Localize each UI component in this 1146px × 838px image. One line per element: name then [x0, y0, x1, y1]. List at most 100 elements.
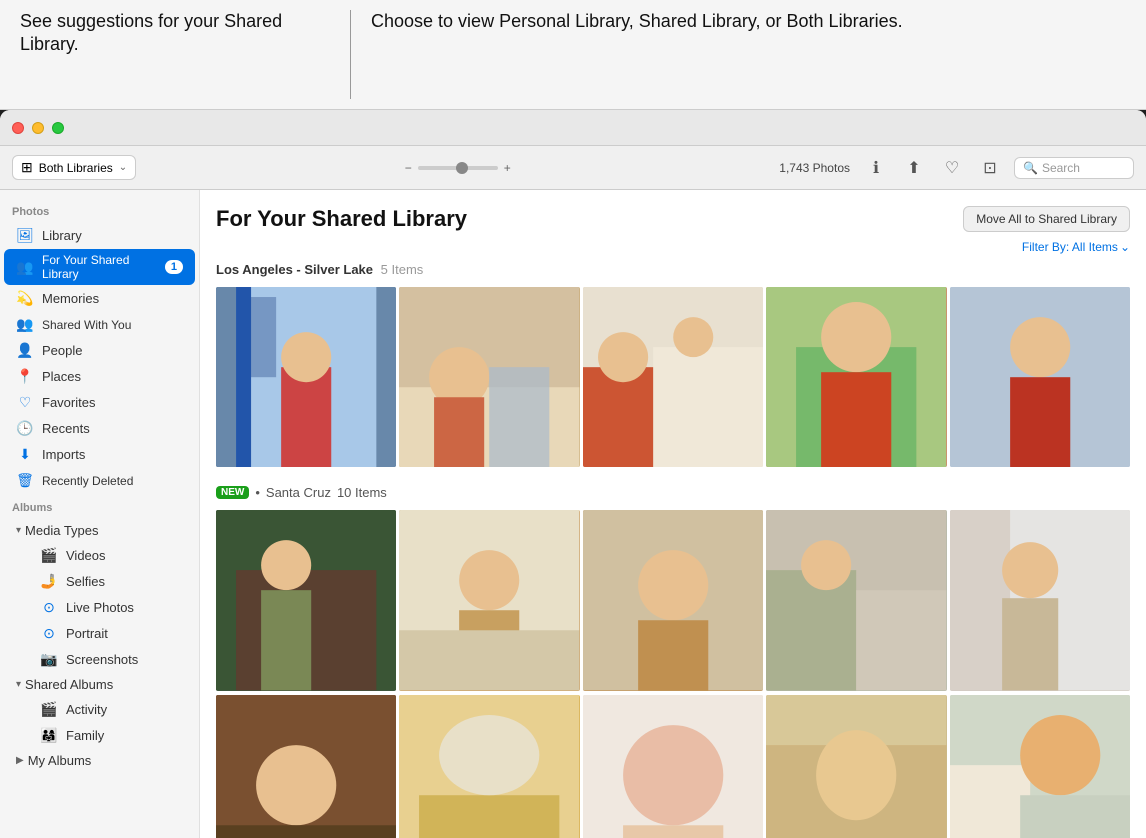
photo-cell[interactable]: [583, 287, 763, 467]
recently-deleted-icon: 🗑: [16, 472, 34, 489]
search-box[interactable]: 🔍 Search: [1014, 157, 1134, 179]
sidebar-item-portrait[interactable]: ⊙ Portrait: [28, 621, 195, 646]
chevron-down-icon: ⌄: [119, 162, 127, 173]
zoom-slider-thumb: [456, 162, 468, 174]
library-selector-label: Both Libraries: [39, 161, 113, 175]
zoom-control: − +: [405, 161, 511, 175]
media-types-toggle[interactable]: ▾ Media Types: [4, 519, 195, 542]
section2-label: NEW • Santa Cruz 10 Items: [216, 485, 1130, 500]
library-icon: 🖼: [16, 227, 34, 244]
library-selector[interactable]: ⊞ Both Libraries ⌄: [12, 155, 136, 180]
filter-button[interactable]: Filter By: All Items ⌄: [1022, 240, 1130, 254]
share-button[interactable]: ⬆: [900, 154, 928, 182]
videos-icon: 🎬: [40, 547, 58, 564]
photo-cell[interactable]: [950, 695, 1130, 838]
move-all-button[interactable]: Move All to Shared Library: [963, 206, 1130, 232]
photo-cell[interactable]: [766, 510, 946, 690]
toggle-arrow-my-albums: ▶: [16, 755, 24, 766]
main-title: For Your Shared Library: [216, 206, 467, 232]
sidebar-item-places[interactable]: 📍 Places: [4, 364, 195, 389]
sidebar-item-library[interactable]: 🖼 Library: [4, 223, 195, 248]
sidebar-label-imports: Imports: [42, 447, 85, 462]
family-icon: 👨‍👩‍👧: [40, 727, 58, 744]
my-albums-toggle[interactable]: ▶ My Albums: [4, 749, 195, 772]
filter-row: Filter By: All Items ⌄: [216, 240, 1130, 254]
zoom-plus-label[interactable]: +: [504, 161, 511, 175]
photo-cell[interactable]: [216, 695, 396, 838]
zoom-slider[interactable]: [418, 166, 498, 170]
main-content: Photos 🖼 Library 👥 For Your Shared Libra…: [0, 190, 1146, 838]
photo-cell[interactable]: [399, 510, 579, 690]
sidebar-label-recently-deleted: Recently Deleted: [42, 474, 133, 488]
sidebar-albums-section: Albums: [0, 494, 199, 518]
tooltip-left: See suggestions for your Shared Library.: [20, 10, 330, 99]
photo-grid-2a: [216, 510, 1130, 690]
photo-cell[interactable]: [583, 695, 763, 838]
sidebar-item-videos[interactable]: 🎬 Videos: [28, 543, 195, 568]
sidebar-item-recently-deleted[interactable]: 🗑 Recently Deleted: [4, 468, 195, 493]
section1-location: Los Angeles - Silver Lake: [216, 262, 373, 277]
sidebar-item-people[interactable]: 👤 People: [4, 338, 195, 363]
shared-albums-toggle[interactable]: ▾ Shared Albums: [4, 673, 195, 696]
close-button[interactable]: [12, 122, 24, 134]
photo-cell[interactable]: [399, 287, 579, 467]
sidebar-item-for-shared[interactable]: 👥 For Your Shared Library 1: [4, 249, 195, 285]
maximize-button[interactable]: [52, 122, 64, 134]
photo-cell[interactable]: [766, 287, 946, 467]
section2-location: Santa Cruz: [266, 485, 331, 500]
photo-count: 1,743 Photos: [779, 161, 850, 175]
photo-cell[interactable]: [950, 287, 1130, 467]
toolbar-right: ℹ ⬆ ♡ ⊡ 🔍 Search: [862, 154, 1134, 182]
photo-cell[interactable]: [216, 510, 396, 690]
sidebar-label-videos: Videos: [66, 548, 106, 563]
zoom-minus-label[interactable]: −: [405, 161, 412, 175]
info-button[interactable]: ℹ: [862, 154, 890, 182]
sidebar-item-recents[interactable]: 🕒 Recents: [4, 416, 195, 441]
filter-chevron-icon: ⌄: [1120, 240, 1130, 254]
sidebar-item-selfies[interactable]: 🤳 Selfies: [28, 569, 195, 594]
shared-albums-label: Shared Albums: [25, 677, 113, 692]
app-window: ⊞ Both Libraries ⌄ − + 1,743 Photos ℹ ⬆ …: [0, 110, 1146, 838]
tooltip-bar: See suggestions for your Shared Library.…: [0, 0, 1146, 110]
sidebar-label-people: People: [42, 343, 82, 358]
sidebar-label-activity: Activity: [66, 702, 107, 717]
sidebar-item-family[interactable]: 👨‍👩‍👧 Family: [28, 723, 195, 748]
slideshow-button[interactable]: ⊡: [976, 154, 1004, 182]
sidebar-item-imports[interactable]: ⬇ Imports: [4, 442, 195, 467]
section1-label: Los Angeles - Silver Lake 5 Items: [216, 262, 1130, 277]
activity-icon: 🎬: [40, 701, 58, 718]
filter-label: Filter By: All Items: [1022, 240, 1118, 254]
memories-icon: 💫: [16, 290, 34, 307]
photo-cell[interactable]: [216, 287, 396, 467]
photo-area: For Your Shared Library Move All to Shar…: [200, 190, 1146, 838]
photo-cell[interactable]: [950, 510, 1130, 690]
sidebar-item-activity[interactable]: 🎬 Activity: [28, 697, 195, 722]
sidebar: Photos 🖼 Library 👥 For Your Shared Libra…: [0, 190, 200, 838]
sidebar-item-screenshots[interactable]: 📷 Screenshots: [28, 647, 195, 672]
people-icon: 👤: [16, 342, 34, 359]
sidebar-item-shared-with-you[interactable]: 👥 Shared With You: [4, 312, 195, 337]
sidebar-item-memories[interactable]: 💫 Memories: [4, 286, 195, 311]
sidebar-badge-for-shared: 1: [165, 260, 183, 274]
photo-grid-2b: [216, 695, 1130, 838]
shared-library-icon: 👥: [16, 259, 34, 276]
sidebar-label-places: Places: [42, 369, 81, 384]
sidebar-label-selfies: Selfies: [66, 574, 105, 589]
photo-cell[interactable]: [766, 695, 946, 838]
favorite-button[interactable]: ♡: [938, 154, 966, 182]
sidebar-item-live-photos[interactable]: ⊙ Live Photos: [28, 595, 195, 620]
sidebar-label-memories: Memories: [42, 291, 99, 306]
sidebar-label-live-photos: Live Photos: [66, 600, 134, 615]
minimize-button[interactable]: [32, 122, 44, 134]
photo-cell[interactable]: [583, 510, 763, 690]
shared-albums-items: 🎬 Activity 👨‍👩‍👧 Family: [0, 697, 199, 748]
live-photos-icon: ⊙: [40, 599, 58, 616]
photo-cell[interactable]: [399, 695, 579, 838]
search-placeholder: Search: [1042, 161, 1080, 175]
shared-with-you-icon: 👥: [16, 316, 34, 333]
media-types-label: Media Types: [25, 523, 98, 538]
sidebar-item-favorites[interactable]: ♡ Favorites: [4, 390, 195, 415]
recents-icon: 🕒: [16, 420, 34, 437]
sidebar-label-screenshots: Screenshots: [66, 652, 138, 667]
sidebar-label-recents: Recents: [42, 421, 90, 436]
